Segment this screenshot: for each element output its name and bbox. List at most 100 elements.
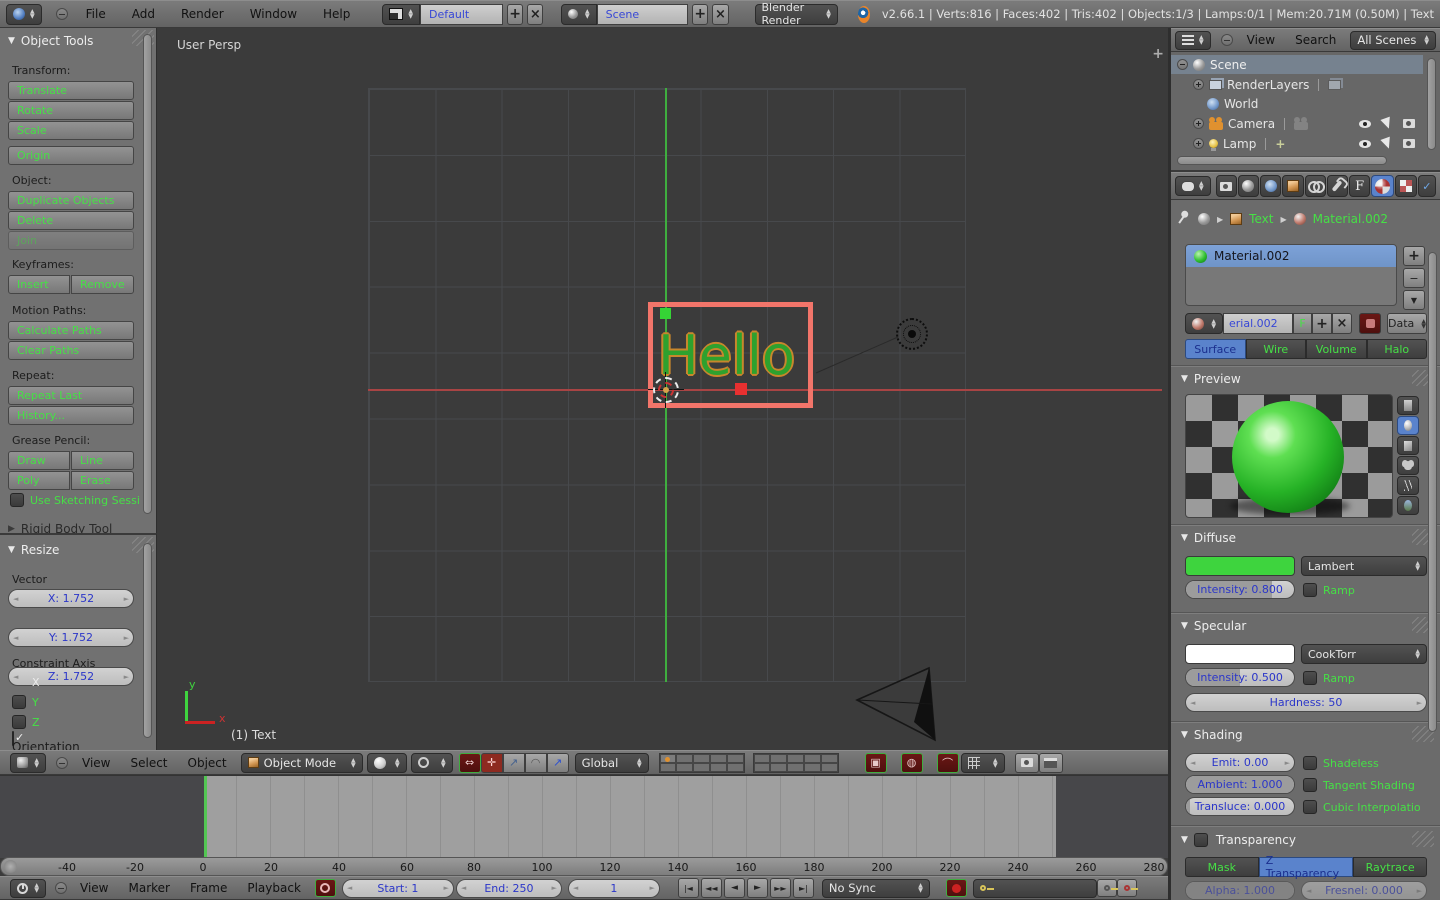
breadcrumb-object[interactable]: Text: [1249, 212, 1273, 226]
tab-object[interactable]: [1282, 175, 1303, 197]
diffuse-color-swatch[interactable]: [1185, 556, 1295, 576]
duplicate-objects-button[interactable]: Duplicate Objects: [8, 191, 134, 210]
visibility-toggle-icon[interactable]: [1359, 120, 1371, 128]
timeline-ruler[interactable]: -40 -20 0 20 40 60 80 100 120 140 160 18…: [0, 857, 1168, 876]
layer-cell[interactable]: [727, 763, 744, 772]
scene-name-field[interactable]: Scene: [597, 4, 689, 25]
breadcrumb-material[interactable]: Material.002: [1313, 212, 1388, 226]
specular-shader-select[interactable]: CookTorr: [1301, 644, 1427, 664]
layers-grid-1[interactable]: [659, 753, 745, 773]
preview-cube-button[interactable]: [1397, 436, 1419, 455]
collapse-menus-icon[interactable]: [56, 757, 68, 769]
delete-layout-button[interactable]: [527, 4, 543, 25]
delete-keyframes-button[interactable]: [1117, 879, 1137, 897]
unlink-material-button[interactable]: [1332, 313, 1352, 334]
layer-cell[interactable]: [693, 754, 710, 763]
use-preview-range-button[interactable]: [315, 879, 336, 897]
jump-to-end-button[interactable]: ►|: [793, 878, 814, 898]
preview-world-button[interactable]: [1397, 496, 1419, 515]
outliner-hscrollbar[interactable]: [1177, 156, 1387, 165]
hardness-field[interactable]: Hardness: 50: [1185, 693, 1427, 712]
layer-cell[interactable]: [787, 754, 804, 763]
mode-select[interactable]: Object Mode: [241, 753, 363, 773]
prev-keyframe-button[interactable]: ◄◄: [701, 878, 722, 898]
menu-object[interactable]: Object: [184, 756, 231, 770]
specular-color-swatch[interactable]: [1185, 644, 1295, 664]
insert-keyframes-button[interactable]: [1097, 879, 1117, 897]
manipulator-extra-button[interactable]: ↗: [547, 753, 569, 773]
constraint-z-checkbox[interactable]: [12, 715, 26, 729]
calculate-paths-button[interactable]: Calculate Paths: [8, 321, 134, 340]
layer-cell[interactable]: [821, 754, 838, 763]
layers-grid-2[interactable]: [753, 753, 839, 773]
transparency-enable-checkbox[interactable]: [1194, 833, 1208, 847]
tab-physics[interactable]: ✓: [1418, 175, 1436, 197]
shading-panel-header[interactable]: Shading: [1181, 728, 1243, 742]
menu-playback[interactable]: Playback: [243, 881, 305, 895]
expand-icon[interactable]: [1193, 118, 1204, 129]
join-button[interactable]: Join: [8, 231, 134, 250]
animate-property-button[interactable]: [1359, 313, 1381, 334]
layer-cell[interactable]: [754, 763, 771, 772]
translate-button[interactable]: Translate: [8, 81, 134, 100]
ztransparency-button[interactable]: Z Transparency: [1259, 857, 1354, 877]
specular-ramp-checkbox[interactable]: [1303, 671, 1317, 685]
expand-icon[interactable]: [1193, 138, 1204, 149]
tab-scene[interactable]: [1238, 175, 1259, 197]
vector-y-field[interactable]: Y: 1.752: [8, 628, 134, 647]
viewport-3d[interactable]: Hello User Persp y x (1) Text: [157, 28, 1168, 750]
type-volume-button[interactable]: Volume: [1306, 339, 1367, 359]
menu-search-outliner[interactable]: Search: [1291, 33, 1340, 47]
render-opengl-button[interactable]: [1015, 753, 1039, 773]
rotate-button[interactable]: Rotate: [8, 101, 134, 120]
layer-cell[interactable]: [710, 754, 727, 763]
outliner-filter-select[interactable]: All Scenes: [1350, 31, 1436, 50]
cubic-interpolation-checkbox[interactable]: [1303, 800, 1317, 814]
menu-file[interactable]: File: [82, 7, 110, 21]
tab-font[interactable]: F: [1349, 175, 1370, 197]
tab-render[interactable]: [1216, 175, 1237, 197]
editor-type-button-outliner[interactable]: [1175, 31, 1211, 50]
tab-constraints[interactable]: [1305, 175, 1326, 197]
material-slot-item[interactable]: Material.002: [1186, 245, 1396, 267]
mask-button[interactable]: Mask: [1185, 857, 1259, 877]
clear-paths-button[interactable]: Clear Paths: [8, 341, 134, 360]
origin-button[interactable]: Origin: [8, 146, 134, 165]
ambient-slider[interactable]: Ambient: 1.000: [1185, 775, 1295, 794]
next-keyframe-button[interactable]: ►►: [770, 878, 791, 898]
outliner-item-camera[interactable]: Camera: [1171, 114, 1423, 133]
renderable-toggle-icon[interactable]: [1403, 119, 1415, 128]
outliner-item-renderlayers[interactable]: RenderLayers: [1171, 75, 1423, 94]
menu-view[interactable]: View: [78, 756, 114, 770]
layer-cell[interactable]: [770, 754, 787, 763]
timeline-playhead[interactable]: [204, 776, 207, 858]
outliner-item-scene[interactable]: Scene: [1171, 55, 1423, 74]
material-name-field[interactable]: erial.002: [1223, 313, 1293, 334]
origin-point-red[interactable]: [735, 383, 747, 395]
preview-flat-button[interactable]: [1397, 396, 1419, 415]
emit-field[interactable]: Emit: 0.00: [1185, 753, 1295, 772]
specular-intensity-slider[interactable]: Intensity: 0.500: [1185, 668, 1295, 687]
editor-type-button-timeline[interactable]: [10, 879, 46, 898]
layer-cell-active[interactable]: [660, 754, 677, 763]
layer-cell[interactable]: [821, 763, 838, 772]
transform-orientation-select[interactable]: Global: [575, 753, 649, 773]
proportional-edit-button[interactable]: ◍: [901, 753, 923, 773]
transparency-panel-header[interactable]: Transparency: [1181, 833, 1296, 847]
gp-line-button[interactable]: Line: [71, 451, 134, 470]
remove-material-slot-button[interactable]: −: [1403, 268, 1425, 288]
current-frame-field[interactable]: 1: [568, 879, 660, 898]
translucency-slider[interactable]: Transluce: 0.000: [1185, 797, 1295, 816]
snap-toggle-button[interactable]: ⌒: [937, 753, 959, 773]
delete-scene-button[interactable]: [712, 4, 728, 25]
material-specials-button[interactable]: ▼: [1403, 290, 1425, 310]
collapse-icon[interactable]: [1177, 59, 1188, 70]
shadeless-checkbox[interactable]: [1303, 756, 1317, 770]
tab-world[interactable]: [1260, 175, 1281, 197]
menu-view-outliner[interactable]: View: [1243, 33, 1279, 47]
menu-window[interactable]: Window: [246, 7, 301, 21]
outliner-item-world[interactable]: World: [1171, 95, 1423, 112]
screen-layout-name-field[interactable]: Default: [420, 4, 503, 25]
shading-mode-select[interactable]: [367, 753, 407, 773]
preview-monkey-button[interactable]: [1397, 456, 1419, 475]
